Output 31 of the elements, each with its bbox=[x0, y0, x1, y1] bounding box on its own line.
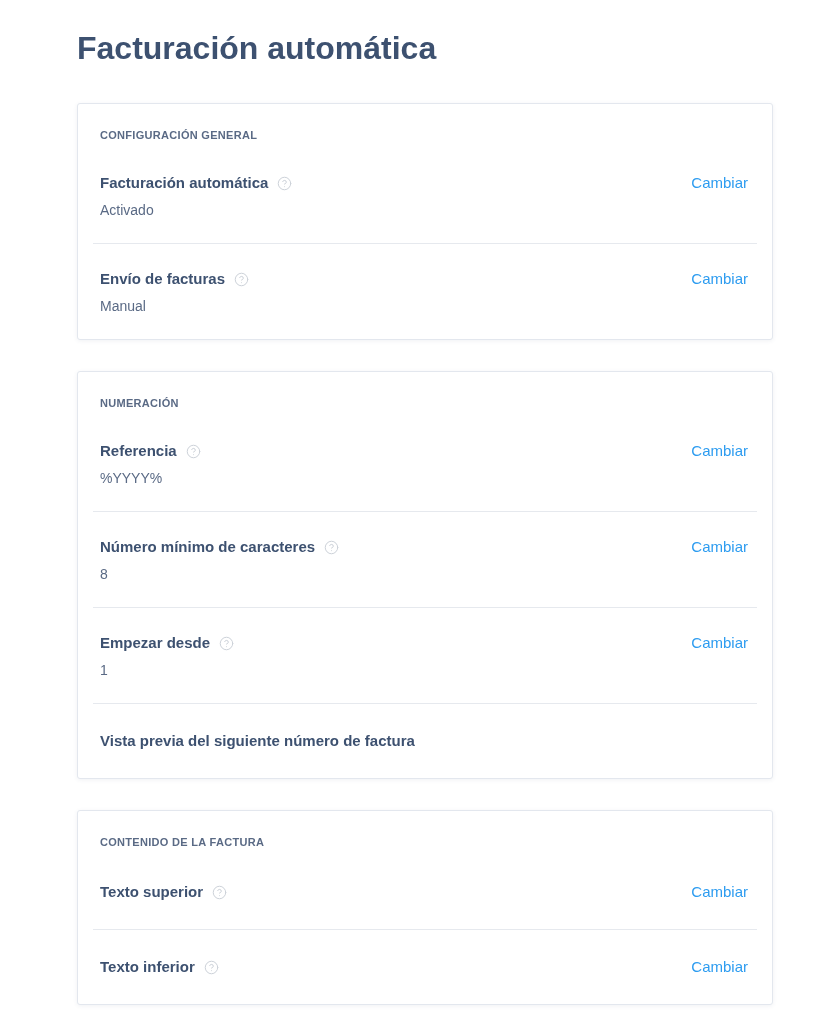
help-icon[interactable] bbox=[234, 271, 250, 287]
setting-value: %YYYY% bbox=[100, 469, 163, 488]
change-link[interactable]: Cambiar bbox=[691, 956, 748, 978]
change-link[interactable]: Cambiar bbox=[691, 881, 748, 903]
help-icon[interactable] bbox=[185, 443, 201, 459]
setting-label: Vista previa del siguiente número de factura bbox=[100, 731, 415, 751]
change-link[interactable]: Cambiar bbox=[691, 440, 748, 462]
section-heading: NUMERACIÓN bbox=[100, 396, 179, 411]
setting-label: Envío de facturas bbox=[100, 269, 226, 289]
section-heading: CONFIGURACIÓN GENERAL bbox=[100, 128, 258, 143]
setting-label: Empezar desde bbox=[100, 633, 211, 653]
change-link[interactable]: Cambiar bbox=[691, 632, 748, 654]
change-link[interactable]: Cambiar bbox=[691, 536, 748, 558]
help-icon[interactable] bbox=[324, 539, 340, 555]
change-link[interactable]: Cambiar bbox=[691, 172, 748, 194]
help-icon[interactable] bbox=[212, 884, 228, 900]
setting-value: Manual bbox=[100, 297, 146, 316]
setting-label: Texto superior bbox=[100, 882, 204, 902]
setting-label: Texto inferior bbox=[100, 957, 195, 977]
setting-value: Activado bbox=[100, 201, 154, 220]
setting-value: 8 bbox=[100, 565, 108, 584]
section-heading: CONTENIDO DE LA FACTURA bbox=[100, 835, 265, 850]
setting-label: Facturación automática bbox=[100, 173, 269, 193]
help-icon[interactable] bbox=[219, 635, 235, 651]
change-link[interactable]: Cambiar bbox=[691, 268, 748, 290]
page-title: Facturación automática bbox=[77, 29, 437, 68]
setting-label: Referencia bbox=[100, 441, 177, 461]
help-icon[interactable] bbox=[277, 175, 293, 191]
setting-label: Número mínimo de caracteres bbox=[100, 537, 316, 557]
help-icon[interactable] bbox=[203, 959, 219, 975]
setting-value: 1 bbox=[100, 661, 108, 680]
